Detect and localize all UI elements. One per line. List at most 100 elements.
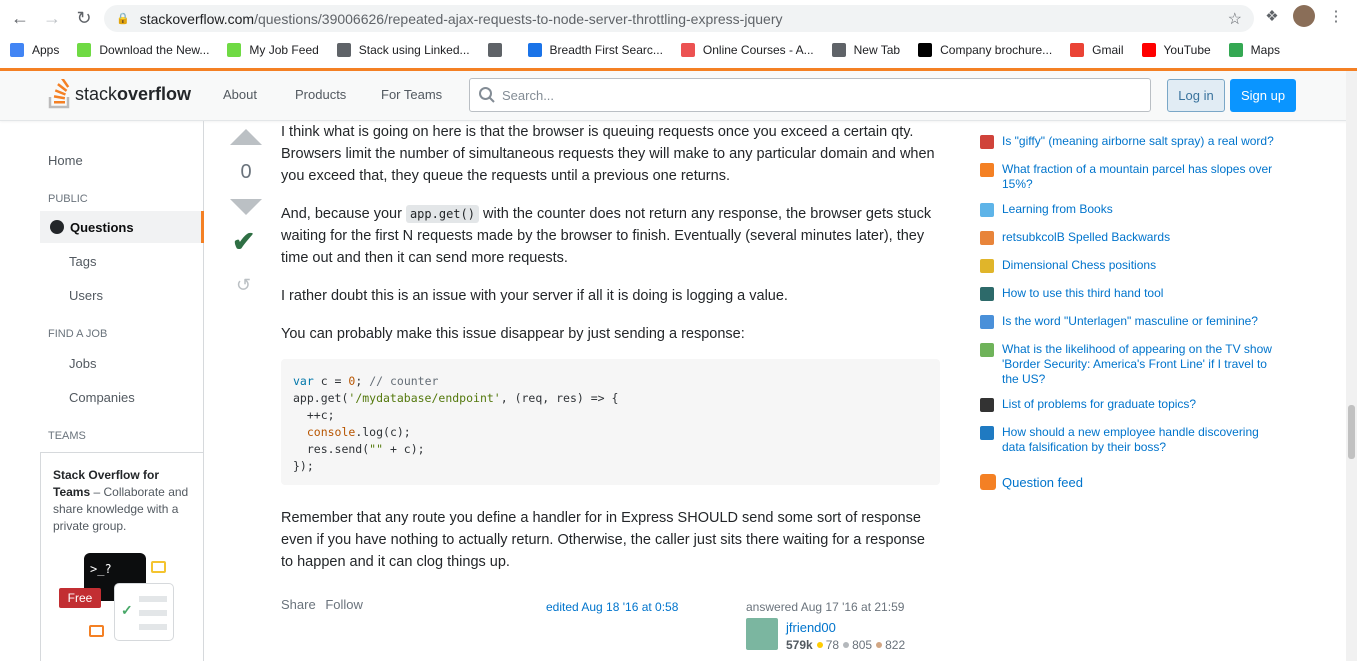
hot-question-link[interactable]: Learning from Books xyxy=(980,202,1280,217)
answer-paragraph: I think what is going on here is that th… xyxy=(281,124,935,184)
sidebar-item-label: Questions xyxy=(70,219,134,235)
edited-link[interactable]: edited Aug 18 '16 at 0:58 xyxy=(546,600,678,614)
address-bar[interactable]: 🔒 stackoverflow.com/questions/39006626/r… xyxy=(104,5,1254,32)
bookmark-favicon-icon xyxy=(77,43,92,57)
bookmark-item[interactable]: Company brochure... xyxy=(918,43,1052,57)
url-host: stackoverflow.com xyxy=(139,10,255,27)
inline-code: app.get() xyxy=(405,205,479,223)
code-block: var c = 0; // counter app.get('/mydataba… xyxy=(281,359,940,485)
follow-link[interactable]: Follow xyxy=(325,597,363,612)
gold-badge-icon xyxy=(816,642,823,648)
history-icon[interactable]: ↺ xyxy=(236,275,251,296)
question-feed-link[interactable]: Question feed xyxy=(980,474,1083,490)
bookmark-item[interactable]: Download the New... xyxy=(77,43,209,57)
bookmark-favicon-icon xyxy=(10,43,24,57)
search-icon xyxy=(479,87,495,103)
bookmark-item[interactable]: Online Courses - A... xyxy=(680,43,814,57)
nav-about[interactable]: About xyxy=(223,87,257,102)
hot-question-title: How should a new employee handle discove… xyxy=(1002,425,1259,454)
page-scrollbar[interactable] xyxy=(1346,71,1357,661)
sidebar-item-questions[interactable]: Questions xyxy=(40,211,204,243)
chat-bubble-icon xyxy=(151,561,166,573)
bookmark-item[interactable]: Breadth First Searc... xyxy=(527,43,663,57)
user-name-link[interactable]: jfriend00 xyxy=(786,620,836,635)
bookmark-item[interactable]: Stack using Linked... xyxy=(336,43,470,57)
hot-question-link[interactable]: Is the word "Unterlagen" masculine or fe… xyxy=(980,314,1280,329)
search-input[interactable]: Search... xyxy=(469,78,1151,112)
site-logo[interactable]: stack overflow xyxy=(48,79,191,109)
signup-button[interactable]: Sign up xyxy=(1230,79,1296,112)
teams-illustration: >_? Free ✓ xyxy=(59,553,179,648)
avatar[interactable] xyxy=(746,618,778,650)
hot-question-title: retsubkcolB Spelled Backwards xyxy=(1002,230,1171,244)
site-favicon-icon xyxy=(980,398,994,412)
bookmark-item[interactable]: Maps xyxy=(1228,43,1280,57)
nav-products[interactable]: Products xyxy=(295,87,346,102)
answer-paragraph: You can probably make this issue disappe… xyxy=(281,326,745,342)
hot-question-title: How to use this third hand tool xyxy=(1002,286,1164,300)
nav-for-teams[interactable]: For Teams xyxy=(381,87,442,102)
checklist-card-icon: ✓ xyxy=(114,583,174,641)
teams-promo: Stack Overflow for Teams – Collaborate a… xyxy=(40,452,204,661)
bookmark-item[interactable]: Gmail xyxy=(1070,43,1124,57)
bookmark-favicon-icon xyxy=(1228,43,1243,57)
text-span: And, because your xyxy=(281,206,406,222)
share-link[interactable]: Share xyxy=(281,597,316,612)
forward-icon[interactable]: → xyxy=(38,4,66,32)
hot-question-link[interactable]: What is the likelihood of appearing on t… xyxy=(980,342,1280,387)
hot-question-link[interactable]: What fraction of a mountain parcel has s… xyxy=(980,162,1280,192)
bookmark-label: My Job Feed xyxy=(249,43,319,57)
silver-count: 805 xyxy=(852,638,873,652)
bookmark-item[interactable]: Apps xyxy=(10,43,59,57)
hot-question-title: Is the word "Unterlagen" masculine or fe… xyxy=(1002,314,1258,328)
answer-paragraph: Remember that any route you define a han… xyxy=(281,510,925,570)
sidebar-item-jobs[interactable]: Jobs xyxy=(69,356,96,371)
post-menu: Share Follow xyxy=(281,597,363,612)
upvote-icon[interactable] xyxy=(230,129,262,145)
sidebar-heading-teams: TEAMS xyxy=(48,430,86,442)
logo-text-light: stack xyxy=(75,83,118,104)
scrollbar-thumb[interactable] xyxy=(1348,405,1355,459)
hot-question-link[interactable]: How should a new employee handle discove… xyxy=(980,425,1280,455)
sidebar-heading-public: PUBLIC xyxy=(48,193,88,205)
site-favicon-icon xyxy=(980,163,994,177)
sidebar-item-tags[interactable]: Tags xyxy=(69,254,96,269)
sidebar-item-home[interactable]: Home xyxy=(48,153,83,168)
hot-question-link[interactable]: retsubkcolB Spelled Backwards xyxy=(980,230,1280,245)
back-icon[interactable]: ← xyxy=(6,4,34,32)
sidebar-item-companies[interactable]: Companies xyxy=(69,390,135,405)
site-favicon-icon xyxy=(980,259,994,273)
hot-question-title: What fraction of a mountain parcel has s… xyxy=(1002,162,1273,191)
reload-icon[interactable]: ↻ xyxy=(70,4,98,32)
sidebar-item-users[interactable]: Users xyxy=(69,288,103,303)
bookmark-item[interactable] xyxy=(487,43,510,57)
site-favicon-icon xyxy=(980,135,994,149)
site-favicon-icon xyxy=(980,287,994,301)
hot-question-link[interactable]: List of problems for graduate topics? xyxy=(980,397,1280,412)
bookmark-item[interactable]: New Tab xyxy=(831,43,900,57)
site-favicon-icon xyxy=(980,426,994,440)
logo-text-bold: overflow xyxy=(117,83,192,104)
site-favicon-icon xyxy=(980,343,994,357)
bronze-badge-icon xyxy=(876,642,883,648)
bookmark-label: Apps xyxy=(32,43,60,57)
hot-question-link[interactable]: Is "giffy" (meaning airborne salt spray)… xyxy=(980,134,1280,149)
bookmark-label: Company brochure... xyxy=(940,43,1053,57)
bookmark-favicon-icon xyxy=(527,43,542,57)
downvote-icon[interactable] xyxy=(230,199,262,215)
profile-avatar[interactable] xyxy=(1293,5,1315,27)
bookmark-item[interactable]: My Job Feed xyxy=(227,43,319,57)
bookmark-item[interactable]: YouTube xyxy=(1141,43,1211,57)
extensions-icon[interactable]: ❖ xyxy=(1261,5,1283,27)
menu-kebab-icon[interactable]: ⋮ xyxy=(1325,5,1347,27)
site-favicon-icon xyxy=(980,203,994,217)
hot-question-title: List of problems for graduate topics? xyxy=(1002,397,1197,411)
hot-question-link[interactable]: How to use this third hand tool xyxy=(980,286,1280,301)
bookmark-star-icon[interactable]: ☆ xyxy=(1228,9,1242,29)
hot-question-link[interactable]: Dimensional Chess positions xyxy=(980,258,1280,273)
bookmark-favicon-icon xyxy=(1070,43,1085,57)
login-button[interactable]: Log in xyxy=(1167,79,1225,112)
sidebar-heading-find-job: FIND A JOB xyxy=(48,328,108,340)
search-placeholder: Search... xyxy=(502,87,555,103)
chat-bubble-orange-icon xyxy=(89,625,104,637)
